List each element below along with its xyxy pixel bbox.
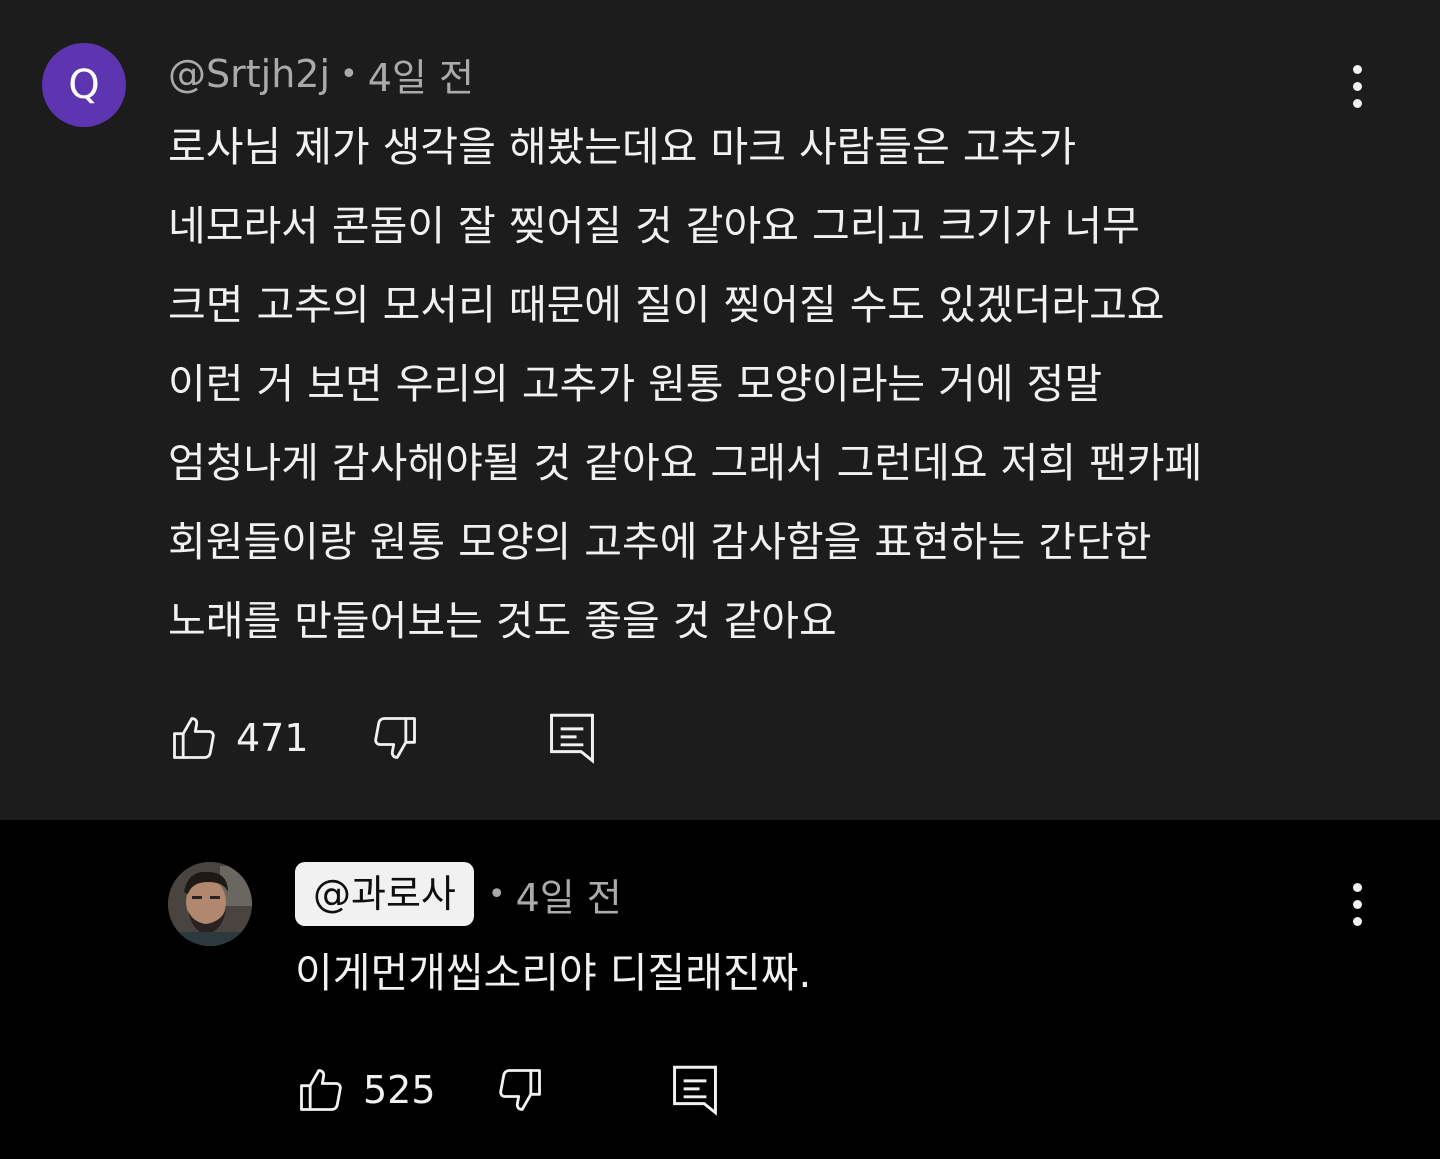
more-vert-dot — [1352, 81, 1362, 91]
reply-comment-icon — [549, 713, 594, 764]
avatar-photo — [168, 862, 252, 946]
comment-line: 로사님 제가 생각을 해봤는데요 마크 사람들은 고추가 — [168, 123, 1077, 171]
thumbs-down-icon — [373, 717, 416, 759]
reply-button[interactable] — [670, 1062, 720, 1118]
more-vert-dot — [1352, 916, 1362, 926]
thumbs-up-icon — [300, 1069, 342, 1111]
comment-meta: @Srtjh2j • 4일 전 — [168, 46, 474, 102]
avatar[interactable]: Q — [42, 43, 126, 127]
meta-separator: • — [340, 56, 358, 92]
dislike-button[interactable] — [494, 1064, 546, 1116]
dislike-button[interactable] — [369, 712, 421, 764]
comment-thread-top: Q @Srtjh2j • 4일 전 로사님 제가 생각을 해봤는데요 마크 사람… — [0, 0, 1440, 820]
like-button[interactable]: 471 — [168, 712, 309, 764]
more-vert-dot — [1352, 899, 1362, 909]
reply-author[interactable]: @과로사 — [295, 862, 474, 926]
meta-separator: • — [487, 876, 506, 912]
comment-menu-button[interactable] — [1337, 56, 1377, 116]
more-vert-icon — [1352, 882, 1362, 892]
reply-comment-icon — [672, 1065, 717, 1116]
comment-line: 이런 거 보면 우리의 고추가 원통 모양이라는 거에 정말 — [168, 360, 1103, 408]
comment-line: 엄청나게 감사해야될 것 같아요 그래서 그런데요 저희 팬카페 — [168, 439, 1203, 487]
comment-time: 4일 전 — [367, 55, 474, 100]
thumbs-down-icon — [498, 1069, 541, 1111]
comment-author[interactable]: @Srtjh2j — [168, 52, 330, 96]
like-count: 471 — [236, 716, 309, 760]
thumbs-up-icon — [173, 717, 215, 759]
reply-actions: 525 — [295, 1060, 720, 1120]
comment-actions: 471 — [168, 708, 597, 768]
comment-line: 네모라서 콘돔이 잘 찢어질 것 같아요 그리고 크기가 너무 — [168, 202, 1140, 250]
more-vert-icon — [1352, 64, 1362, 74]
reply-body: 이게먼개씹소리야 디질래진짜. — [295, 949, 812, 997]
comment-line: 회원들이랑 원통 모양의 고추에 감사함을 표현하는 간단한 — [168, 518, 1152, 566]
comment-body: 로사님 제가 생각을 해봤는데요 마크 사람들은 고추가 네모라서 콘돔이 잘 … — [168, 108, 1348, 661]
like-count: 525 — [363, 1068, 436, 1112]
comment-line: 크면 고추의 모서리 때문에 질이 찢어질 수도 있겠더라고요 — [168, 281, 1165, 329]
more-vert-dot — [1352, 98, 1362, 108]
avatar[interactable] — [168, 862, 252, 946]
reply-button[interactable] — [547, 710, 597, 766]
reply-time: 4일 전 — [515, 875, 622, 920]
comment-line: 노래를 만들어보는 것도 좋을 것 같아요 — [168, 597, 837, 645]
like-button[interactable]: 525 — [295, 1064, 436, 1116]
reply-menu-button[interactable] — [1337, 874, 1377, 934]
reply-meta: @과로사 • 4일 전 — [295, 862, 622, 926]
